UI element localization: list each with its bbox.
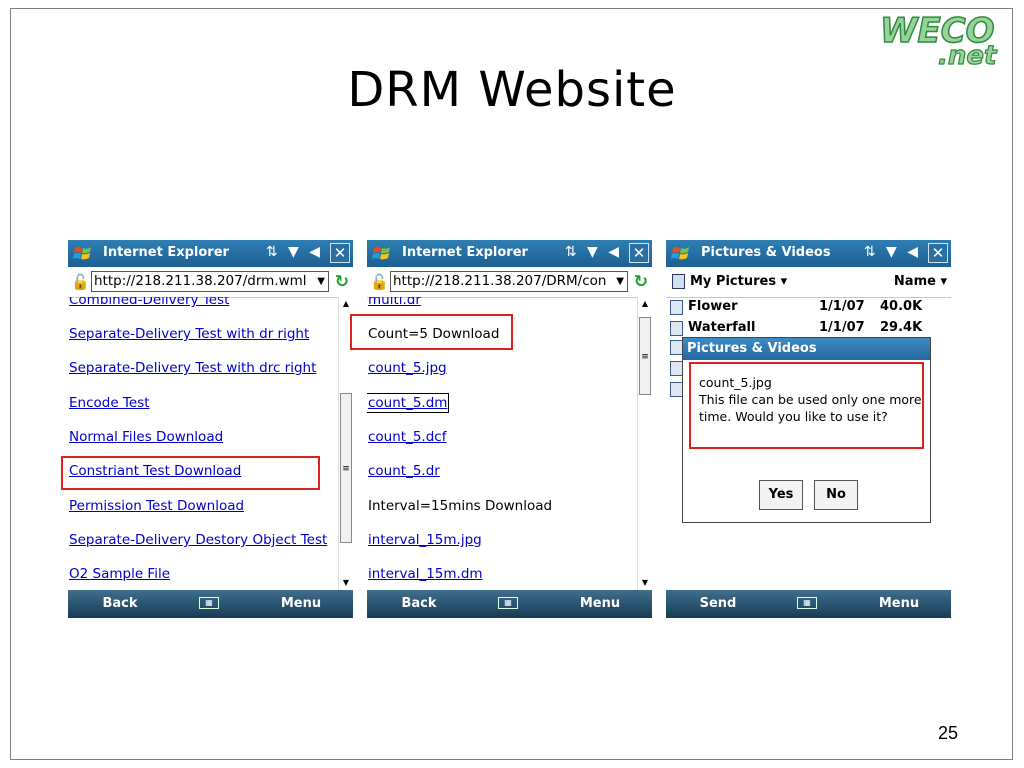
no-button[interactable]: No bbox=[814, 480, 858, 510]
status-icons[interactable]: ⇅ ▼ ◀ bbox=[266, 244, 323, 260]
windows-flag-icon[interactable] bbox=[73, 244, 93, 263]
title-bar: Pictures & Videos ⇅ ▼ ◀ ✕ bbox=[666, 240, 951, 267]
scroll-up-arrow-icon[interactable]: ▲ bbox=[638, 297, 652, 311]
file-row[interactable]: Flower 1/1/07 40.0K bbox=[666, 298, 951, 318]
file-date: 1/1/07 bbox=[819, 320, 865, 335]
file-name: Waterfall bbox=[688, 320, 756, 335]
status-icons[interactable]: ⇅ ▼ ◀ bbox=[864, 244, 921, 260]
url-input[interactable]: http://218.211.38.207/drm.wml ▼ bbox=[91, 271, 329, 292]
weco-net-logo: WECO .net bbox=[879, 10, 998, 70]
lock-icon: 🔓 bbox=[71, 273, 90, 291]
link-permission-test-download[interactable]: Permission Test Download bbox=[69, 498, 244, 514]
link-o2-sample-file[interactable]: O2 Sample File bbox=[69, 566, 170, 582]
softkey-menu[interactable]: Menu bbox=[570, 590, 630, 618]
dropdown-arrow-icon[interactable]: ▼ bbox=[616, 272, 624, 291]
url-text: http://218.211.38.207/drm.wml bbox=[94, 273, 307, 289]
app-title: Internet Explorer bbox=[103, 245, 229, 260]
highlight-box-constriant bbox=[61, 456, 320, 490]
highlight-box-count-download bbox=[350, 314, 513, 350]
slide-title: DRM Website bbox=[347, 62, 677, 118]
file-name: Flower bbox=[688, 299, 738, 314]
sort-selector[interactable]: Name ▾ bbox=[894, 274, 947, 289]
sort-label: Name bbox=[893, 274, 936, 289]
windows-flag-icon[interactable] bbox=[671, 244, 691, 263]
page-content: Combined-Delivery Test Separate-Delivery… bbox=[68, 297, 338, 590]
url-input[interactable]: http://218.211.38.207/DRM/con ▼ bbox=[390, 271, 628, 292]
title-bar: Internet Explorer ⇅ ▼ ◀ ✕ bbox=[68, 240, 353, 267]
title-bar: Internet Explorer ⇅ ▼ ◀ ✕ bbox=[367, 240, 652, 267]
slide-number: 25 bbox=[937, 723, 958, 743]
app-title: Internet Explorer bbox=[402, 245, 528, 260]
keyboard-icon[interactable]: ▦ bbox=[797, 597, 817, 609]
softkey-bar: Back ▦ Menu bbox=[367, 590, 652, 618]
yes-button[interactable]: Yes bbox=[759, 480, 803, 510]
softkey-bar: Send ▦ Menu bbox=[666, 590, 951, 618]
image-file-icon bbox=[670, 300, 683, 315]
file-size: 29.4K bbox=[880, 320, 923, 335]
link-encode-test[interactable]: Encode Test bbox=[69, 395, 150, 411]
scroll-thumb[interactable]: ≡ bbox=[639, 317, 651, 395]
link-interval-15m-dm[interactable]: interval_15m.dm bbox=[368, 566, 483, 582]
scroll-up-arrow-icon[interactable]: ▲ bbox=[339, 297, 353, 311]
app-title: Pictures & Videos bbox=[701, 245, 831, 260]
status-icons[interactable]: ⇅ ▼ ◀ bbox=[565, 244, 622, 260]
softkey-bar: Back ▦ Menu bbox=[68, 590, 353, 618]
dropdown-arrow-icon[interactable]: ▼ bbox=[317, 272, 325, 291]
scrollbar[interactable]: ▲ ≡ ▼ bbox=[637, 297, 652, 590]
windows-flag-icon[interactable] bbox=[372, 244, 392, 263]
keyboard-icon[interactable]: ▦ bbox=[498, 597, 518, 609]
link-combined-delivery-test[interactable]: Combined-Delivery Test bbox=[69, 297, 229, 308]
heading-interval-download: Interval=15mins Download bbox=[368, 498, 553, 514]
link-normal-files-download[interactable]: Normal Files Download bbox=[69, 429, 223, 445]
file-date: 1/1/07 bbox=[819, 299, 865, 314]
scroll-down-arrow-icon[interactable]: ▼ bbox=[638, 576, 652, 590]
link-count-5-dr[interactable]: count_5.dr bbox=[368, 463, 440, 479]
softkey-send[interactable]: Send bbox=[688, 590, 748, 618]
link-separate-delivery-destory[interactable]: Separate-Delivery Destory Object Test bbox=[69, 532, 327, 548]
scroll-thumb[interactable]: ≡ bbox=[340, 393, 352, 543]
address-bar: 🔓 http://218.211.38.207/drm.wml ▼ ↻ bbox=[68, 267, 353, 298]
link-interval-15m-jpg[interactable]: interval_15m.jpg bbox=[368, 532, 482, 548]
softkey-back[interactable]: Back bbox=[389, 590, 449, 618]
link-count-5-jpg[interactable]: count_5.jpg bbox=[368, 360, 447, 376]
file-size: 40.0K bbox=[880, 299, 923, 314]
phone-screen-browser-drm: Internet Explorer ⇅ ▼ ◀ ✕ 🔓 http://218.2… bbox=[367, 240, 652, 618]
close-button[interactable]: ✕ bbox=[330, 243, 350, 263]
highlight-box-dialog-message bbox=[689, 362, 924, 449]
file-row[interactable]: Waterfall 1/1/07 29.4K bbox=[666, 319, 951, 339]
softkey-menu[interactable]: Menu bbox=[271, 590, 331, 618]
folder-selector[interactable]: My Pictures ▾ bbox=[690, 274, 787, 289]
lock-icon: 🔓 bbox=[370, 273, 389, 291]
folder-icon bbox=[672, 274, 685, 289]
url-text: http://218.211.38.207/DRM/con bbox=[393, 273, 607, 289]
phone-screen-browser-main: Internet Explorer ⇅ ▼ ◀ ✕ 🔓 http://218.2… bbox=[68, 240, 353, 618]
link-multi-dr[interactable]: multi.dr bbox=[368, 297, 421, 308]
link-separate-delivery-dr[interactable]: Separate-Delivery Test with dr right bbox=[69, 326, 309, 342]
dialog-title: Pictures & Videos bbox=[683, 338, 930, 360]
image-file-icon bbox=[670, 321, 683, 336]
link-count-5-dcf[interactable]: count_5.dcf bbox=[368, 429, 446, 445]
folder-header: My Pictures ▾ Name ▾ bbox=[666, 267, 951, 298]
close-button[interactable]: ✕ bbox=[928, 243, 948, 263]
close-button[interactable]: ✕ bbox=[629, 243, 649, 263]
go-arrow-icon[interactable]: ↻ bbox=[634, 272, 648, 292]
folder-name: My Pictures bbox=[690, 274, 777, 289]
softkey-menu[interactable]: Menu bbox=[869, 590, 929, 618]
go-arrow-icon[interactable]: ↻ bbox=[335, 272, 349, 292]
scroll-down-arrow-icon[interactable]: ▼ bbox=[339, 576, 353, 590]
link-count-5-dm[interactable]: count_5.dm bbox=[367, 393, 450, 413]
address-bar: 🔓 http://218.211.38.207/DRM/con ▼ ↻ bbox=[367, 267, 652, 298]
keyboard-icon[interactable]: ▦ bbox=[199, 597, 219, 609]
link-separate-delivery-drc[interactable]: Separate-Delivery Test with drc right bbox=[69, 360, 316, 376]
softkey-back[interactable]: Back bbox=[90, 590, 150, 618]
